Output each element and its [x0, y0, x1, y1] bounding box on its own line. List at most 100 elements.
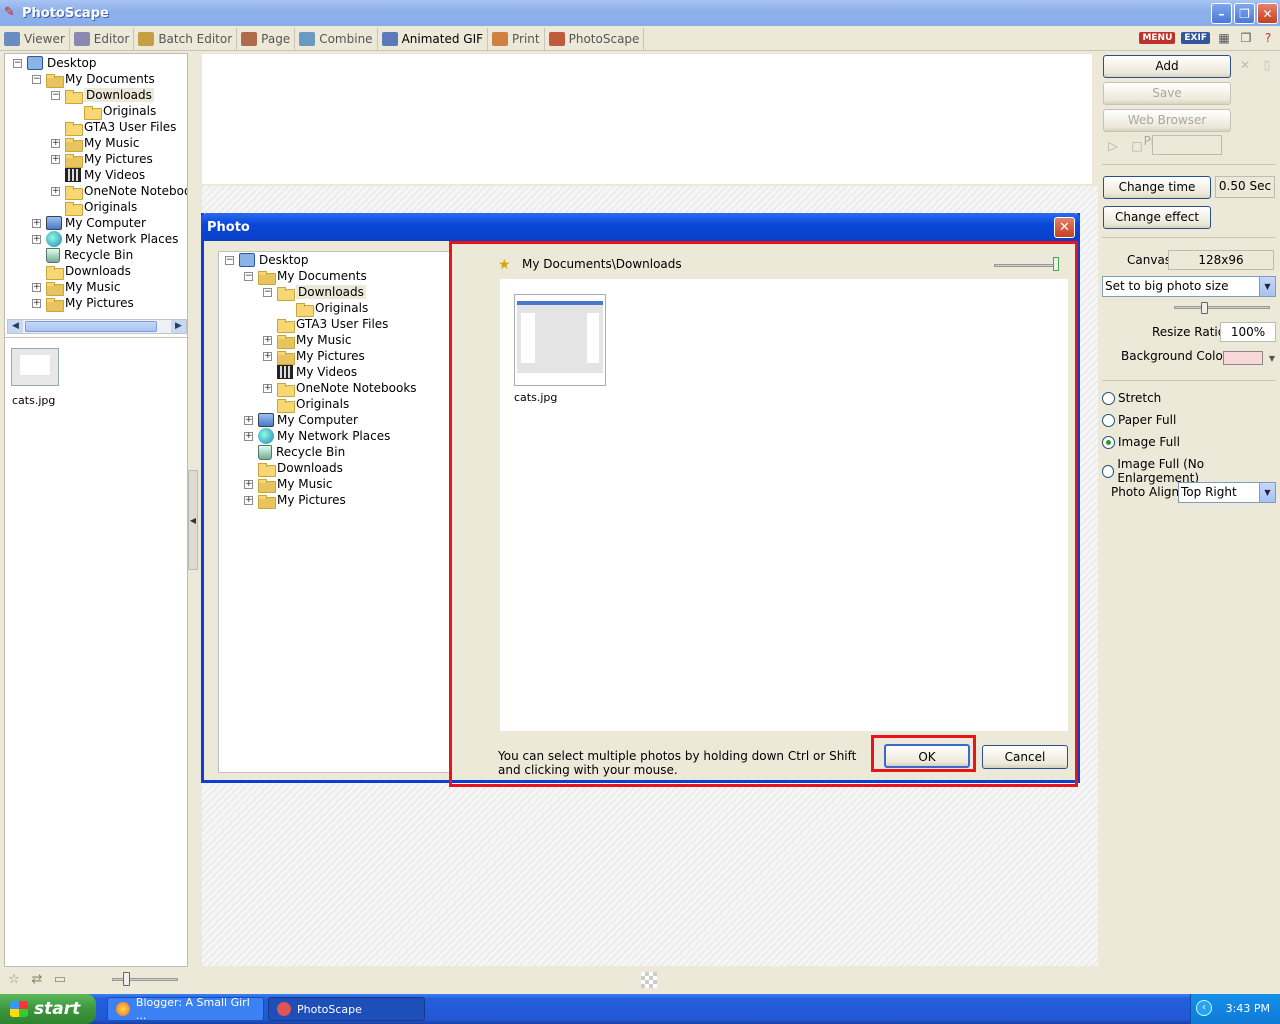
tree-item[interactable]: My Videos	[277, 364, 357, 380]
help-icon[interactable]: ?	[1260, 31, 1276, 45]
ok-button[interactable]: OK	[884, 744, 970, 768]
radio-dot[interactable]	[1102, 413, 1115, 427]
radio-stretch[interactable]: Stretch	[1102, 391, 1161, 405]
tree-item[interactable]: Recycle Bin	[258, 444, 345, 460]
expand-icon[interactable]: +	[244, 480, 253, 489]
radio-dot[interactable]	[1102, 435, 1115, 449]
tree-item[interactable]: My Music	[258, 476, 332, 493]
tab-combine[interactable]: Combine	[295, 27, 378, 50]
expand-icon[interactable]: +	[51, 155, 60, 164]
thumbnail-zoom-knob[interactable]	[1053, 257, 1059, 271]
resize-slider-knob[interactable]	[1201, 302, 1208, 314]
tree-item[interactable]: Desktop	[239, 252, 309, 268]
taskbar-item-photoscape[interactable]: PhotoScape	[268, 997, 425, 1021]
radio-image-full-no-enlargement[interactable]: Image Full (No Enlargement)	[1102, 457, 1280, 485]
tree-item[interactable]: GTA3 User Files	[277, 316, 388, 333]
tree-item[interactable]: My Documents	[258, 268, 367, 285]
expand-icon[interactable]: +	[244, 416, 253, 425]
tree-item[interactable]: OneNote Noteboo	[65, 183, 187, 200]
tree-item[interactable]: My Pictures	[46, 295, 134, 312]
background-color-swatch[interactable]	[1223, 351, 1263, 365]
menu-button[interactable]: MENU	[1139, 32, 1176, 44]
scroll-left-icon[interactable]: ◀	[8, 320, 23, 333]
thumbnail-zoom-slider[interactable]	[994, 264, 1056, 267]
tree-item[interactable]: My Computer	[258, 412, 358, 428]
restore-button[interactable]: ❐	[1234, 3, 1255, 24]
radio-image-full[interactable]: Image Full	[1102, 435, 1180, 449]
expand-icon[interactable]: +	[263, 384, 272, 393]
windows-icon[interactable]: ❐	[1238, 31, 1254, 45]
tree-item[interactable]: Recycle Bin	[46, 247, 133, 263]
tree-item[interactable]: Originals	[84, 103, 156, 120]
tree-item[interactable]: Originals	[65, 199, 137, 216]
start-button[interactable]: start	[0, 994, 96, 1024]
resize-slider-track[interactable]	[1174, 306, 1270, 309]
expand-icon[interactable]: +	[263, 352, 272, 361]
collapse-icon[interactable]: −	[263, 288, 272, 297]
resize-ratio-field[interactable]: 100%	[1220, 322, 1276, 342]
panel-splitter[interactable]: ◀	[188, 470, 198, 570]
taskbar-item-blogger[interactable]: Blogger: A Small Girl ...	[107, 996, 264, 1022]
film-icon[interactable]: ▦	[1216, 31, 1232, 45]
radio-dot[interactable]	[1102, 464, 1115, 478]
tree-item[interactable]: My Network Places	[46, 231, 178, 247]
collapse-icon[interactable]: −	[13, 59, 22, 68]
change-time-button[interactable]: Change time	[1103, 176, 1211, 199]
show-hidden-icons-icon[interactable]: ‹	[1196, 1000, 1212, 1016]
expand-icon[interactable]: +	[244, 432, 253, 441]
folder-open-icon[interactable]: ▭	[52, 972, 68, 987]
photo-thumbnail[interactable]	[11, 348, 59, 386]
file-thumbnail[interactable]	[514, 294, 606, 386]
delete-x-icon[interactable]: ✕	[1237, 58, 1253, 72]
expand-icon[interactable]: +	[51, 187, 60, 196]
expand-icon[interactable]: +	[32, 235, 41, 244]
photo-align-select[interactable]: Top Right ▼	[1178, 482, 1276, 503]
tree-item[interactable]: OneNote Notebooks	[277, 380, 417, 397]
favorite-star-icon[interactable]: ☆	[6, 972, 22, 987]
web-preview-button[interactable]: Web Browser Preview	[1103, 109, 1231, 148]
tab-print[interactable]: Print	[488, 27, 545, 50]
chevron-down-icon[interactable]: ▼	[1259, 483, 1275, 502]
tab-batch-editor[interactable]: Batch Editor	[134, 27, 238, 50]
tree-item[interactable]: My Music	[46, 279, 120, 296]
tree-item[interactable]: Originals	[277, 396, 349, 413]
radio-dot[interactable]	[1102, 391, 1115, 405]
collapse-icon[interactable]: −	[244, 272, 253, 281]
file-name[interactable]: cats.jpg	[514, 391, 557, 404]
tree-item[interactable]: My Music	[277, 332, 351, 349]
rotate-icon[interactable]: ⇄	[29, 972, 45, 987]
transparency-icon[interactable]	[641, 972, 657, 988]
tab-viewer[interactable]: Viewer	[0, 27, 70, 50]
close-button[interactable]: ✕	[1257, 3, 1278, 24]
tab-page[interactable]: Page	[237, 27, 296, 50]
expand-icon[interactable]: +	[32, 219, 41, 228]
tab-animated-gif[interactable]: Animated GIF	[378, 27, 489, 50]
tree-item[interactable]: Downloads	[277, 284, 366, 301]
collapse-icon[interactable]: −	[51, 91, 60, 100]
thumbnail-size-slider[interactable]	[112, 978, 178, 981]
expand-icon[interactable]: +	[32, 283, 41, 292]
tree-item[interactable]: Downloads	[258, 460, 343, 477]
tree-item[interactable]: My Videos	[65, 167, 145, 183]
canvas-size-select[interactable]: Set to big photo size ▼	[1102, 276, 1276, 297]
minimize-button[interactable]: –	[1211, 3, 1232, 24]
tree-item[interactable]: My Pictures	[258, 492, 346, 509]
save-button[interactable]: Save	[1103, 82, 1231, 105]
collapse-icon[interactable]: −	[225, 256, 234, 265]
add-button[interactable]: Add	[1103, 55, 1231, 78]
tree-item[interactable]: My Computer	[46, 215, 146, 231]
play-icon[interactable]: ▷	[1105, 139, 1121, 153]
expand-icon[interactable]: +	[263, 336, 272, 345]
stop-icon[interactable]: □	[1129, 139, 1145, 153]
radio-paper-full[interactable]: Paper Full	[1102, 413, 1176, 427]
expand-icon[interactable]: +	[244, 496, 253, 505]
thumbnail-size-knob[interactable]	[123, 972, 130, 986]
tree-item[interactable]: Downloads	[65, 87, 154, 104]
color-dropdown-icon[interactable]: ▼	[1264, 352, 1280, 366]
tree-item[interactable]: My Pictures	[277, 348, 365, 365]
scroll-right-icon[interactable]: ▶	[171, 320, 186, 333]
tab-editor[interactable]: Editor	[70, 27, 135, 50]
chevron-down-icon[interactable]: ▼	[1259, 277, 1275, 296]
tree-item[interactable]: My Pictures	[65, 151, 153, 168]
tree-item[interactable]: Downloads	[46, 263, 131, 280]
